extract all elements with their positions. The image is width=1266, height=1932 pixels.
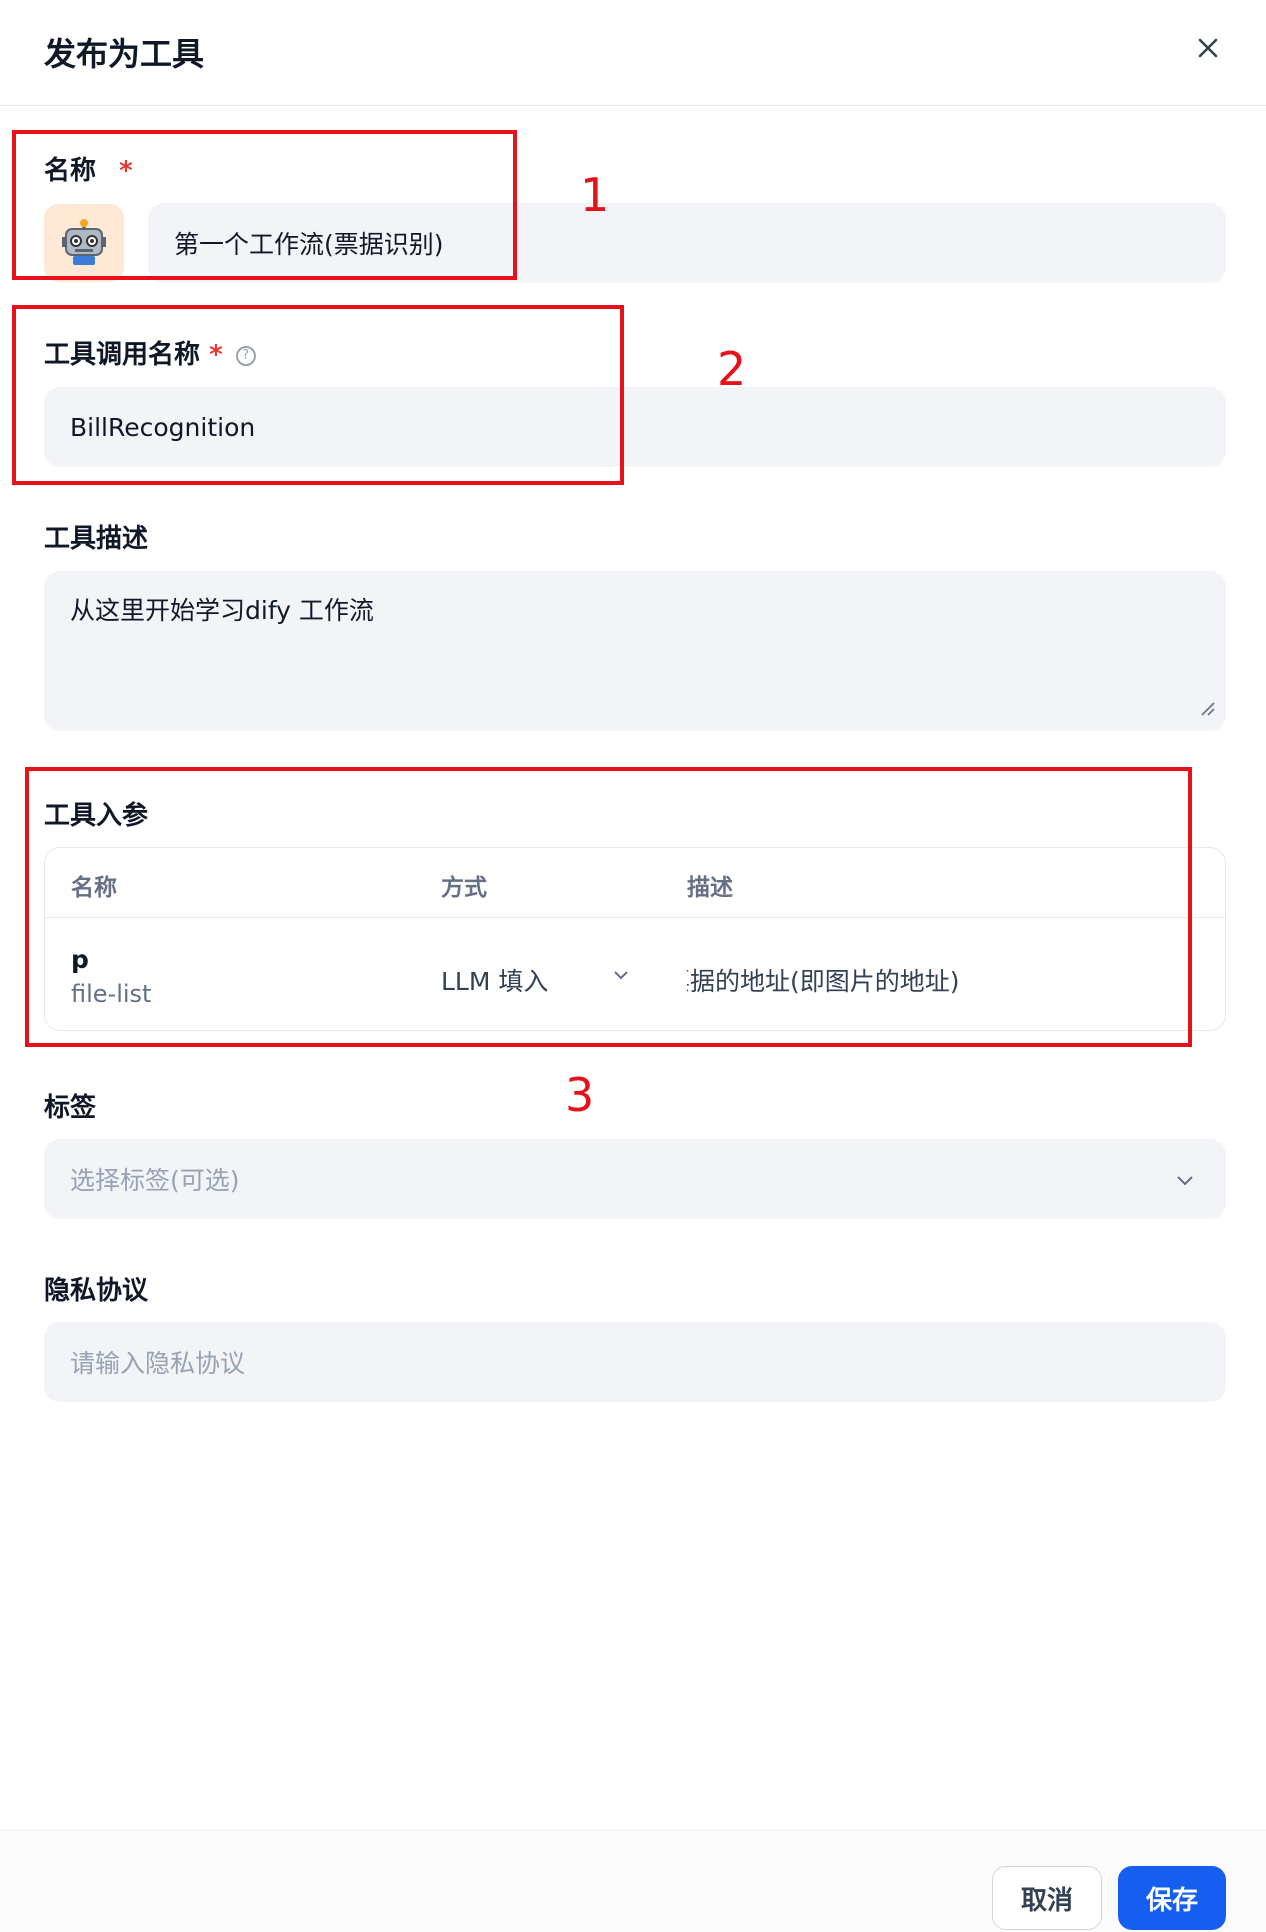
privacy-label: 隐私协议 bbox=[44, 1276, 149, 1306]
privacy-input[interactable]: 请输入隐私协议 bbox=[44, 1322, 1226, 1402]
annotation-box-1 bbox=[12, 130, 517, 280]
resize-handle-icon[interactable] bbox=[1200, 694, 1216, 723]
chevron-down-icon bbox=[1174, 1168, 1196, 1197]
cancel-button[interactable]: 取消 bbox=[992, 1866, 1102, 1930]
close-icon[interactable] bbox=[1190, 30, 1226, 66]
annotation-box-2 bbox=[12, 305, 624, 485]
tool-description-label: 工具描述 bbox=[44, 524, 149, 554]
annotation-number-1: 1 bbox=[580, 168, 610, 222]
annotation-number-2: 2 bbox=[717, 342, 747, 396]
dialog-header: 发布为工具 bbox=[0, 0, 1266, 106]
tags-label: 标签 bbox=[44, 1093, 97, 1123]
publish-as-tool-dialog: 发布为工具 名称 * 第一个工作流(票据识别) 工具调用名称 * ? BillR… bbox=[0, 0, 1266, 1932]
dialog-title: 发布为工具 bbox=[44, 35, 205, 73]
dialog-footer: 取消 保存 bbox=[0, 1830, 1266, 1932]
annotation-box-3 bbox=[25, 767, 1192, 1047]
tool-description-textarea[interactable]: 从这里开始学习dify 工作流 bbox=[44, 571, 1226, 731]
save-button[interactable]: 保存 bbox=[1118, 1866, 1226, 1930]
tags-select[interactable]: 选择标签(可选) bbox=[44, 1139, 1226, 1219]
annotation-number-3: 3 bbox=[565, 1068, 595, 1122]
